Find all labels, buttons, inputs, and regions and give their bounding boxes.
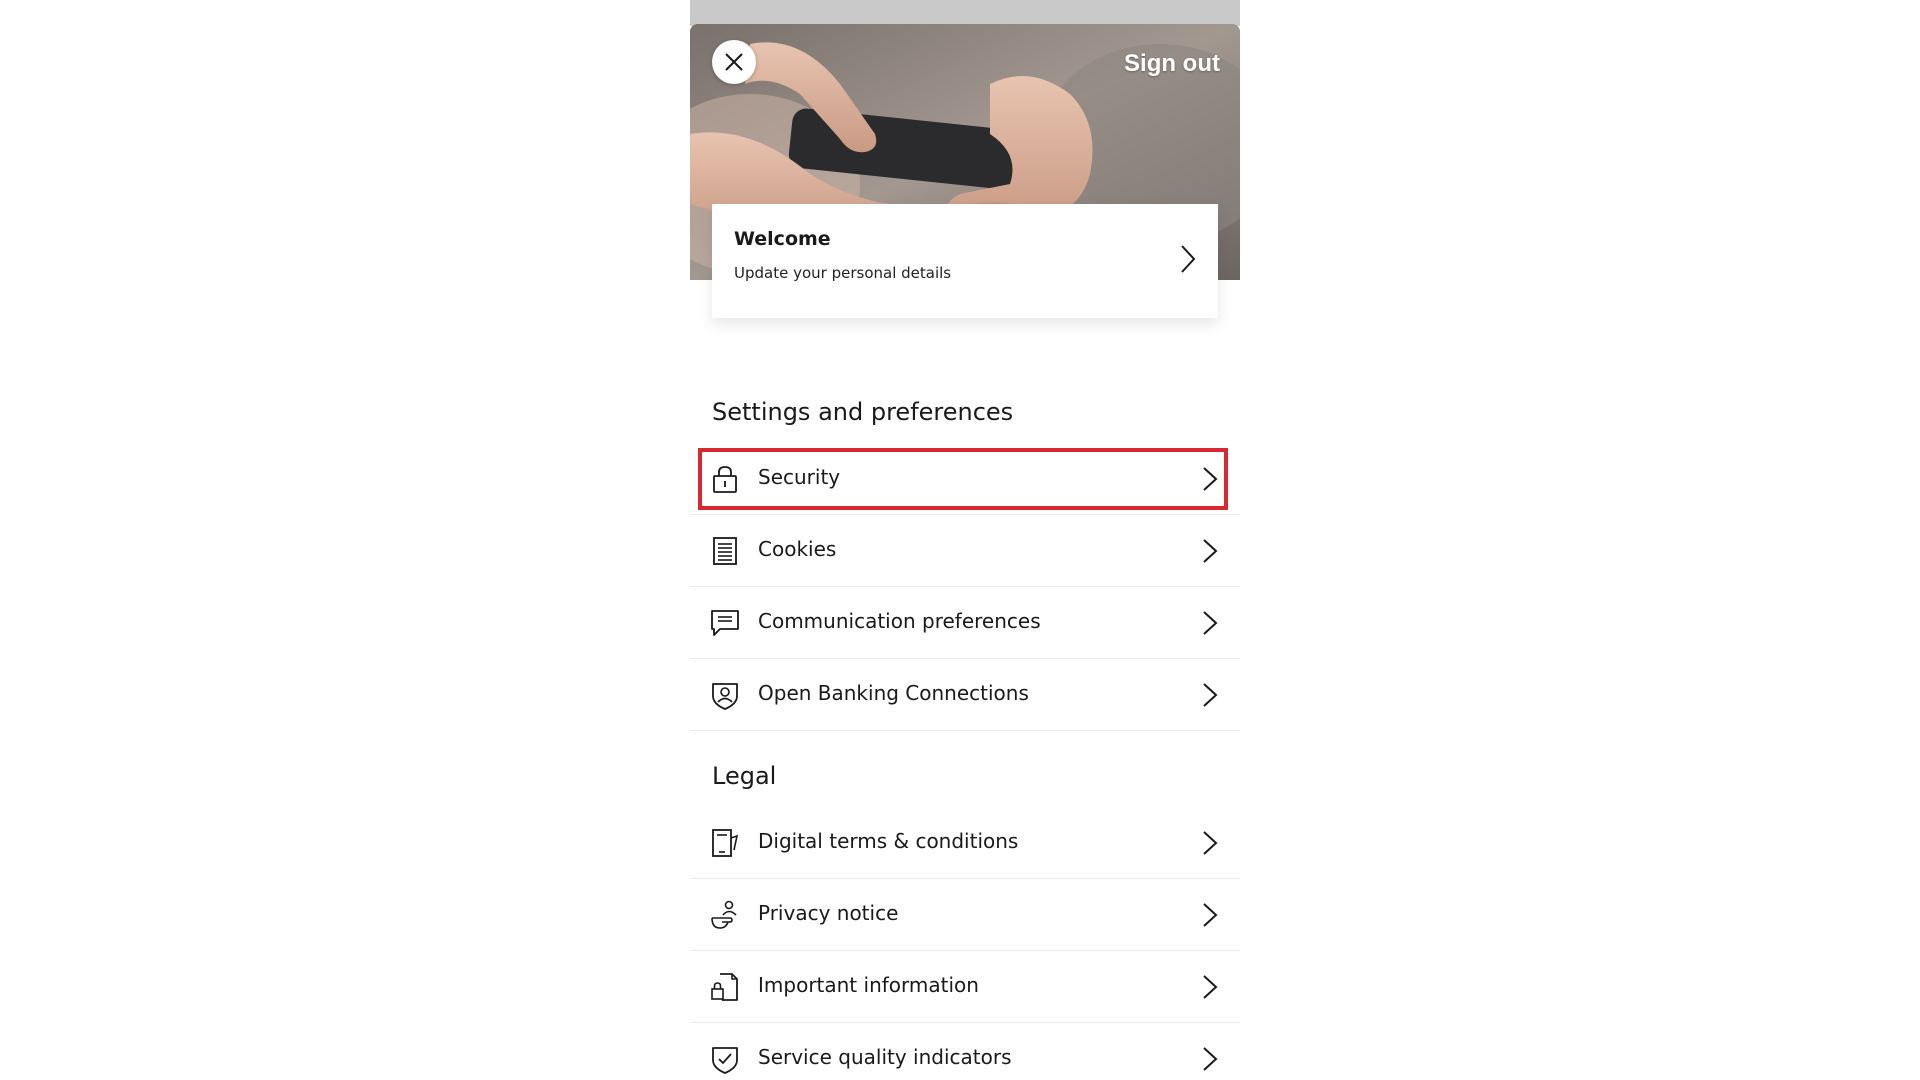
close-button[interactable]: [712, 40, 756, 84]
chevron-right-icon: [1203, 683, 1218, 707]
close-icon: [725, 53, 743, 71]
padlock-icon: [713, 466, 737, 493]
chevron-right-icon: [1203, 831, 1218, 855]
chat-bubble-icon: [711, 610, 739, 636]
section-title-legal: Legal: [712, 762, 777, 790]
chevron-right-icon: [1203, 1047, 1218, 1071]
menu-item-label: Digital terms & conditions: [758, 829, 1019, 853]
menu-item-open-banking-connections[interactable]: Open Banking Connections: [690, 658, 1240, 731]
chevron-right-icon: [1203, 903, 1218, 927]
chevron-right-icon: [1203, 539, 1218, 563]
chevron-right-icon: [1203, 975, 1218, 999]
menu-item-label: Open Banking Connections: [758, 681, 1029, 705]
document-list-icon: [713, 537, 737, 565]
chevron-right-icon: [1203, 611, 1218, 635]
chevron-right-icon: [1181, 245, 1196, 273]
section-title-settings: Settings and preferences: [712, 398, 1014, 426]
welcome-card[interactable]: Welcome Update your personal details: [712, 204, 1218, 318]
menu-item-important-information[interactable]: Important information: [690, 950, 1240, 1023]
app-screen: Sign out Welcome Update your personal de…: [690, 0, 1240, 1080]
menu-item-label: Cookies: [758, 537, 837, 561]
shield-check-icon: [712, 1047, 738, 1074]
menu-item-communication-preferences[interactable]: Communication preferences: [690, 586, 1240, 659]
shield-person-icon: [712, 683, 738, 710]
mobile-document-icon: [712, 829, 739, 857]
menu-item-digital-terms[interactable]: Digital terms & conditions: [690, 806, 1240, 879]
menu-item-service-quality-indicators[interactable]: Service quality indicators: [690, 1022, 1240, 1080]
welcome-subtitle: Update your personal details: [734, 264, 952, 282]
sign-out-link[interactable]: Sign out: [1124, 50, 1220, 78]
menu-item-security[interactable]: Security: [690, 442, 1240, 515]
menu-item-label: Security: [758, 465, 841, 489]
menu-item-label: Service quality indicators: [758, 1045, 1012, 1069]
welcome-title: Welcome: [734, 228, 831, 250]
hand-person-icon: [711, 900, 737, 929]
locked-document-icon: [711, 973, 738, 1001]
menu-item-label: Important information: [758, 973, 979, 997]
menu-item-label: Privacy notice: [758, 901, 899, 925]
menu-item-label: Communication preferences: [758, 609, 1041, 633]
menu-item-privacy-notice[interactable]: Privacy notice: [690, 878, 1240, 951]
menu-item-cookies[interactable]: Cookies: [690, 514, 1240, 587]
status-bar: [690, 0, 1240, 26]
chevron-right-icon: [1203, 467, 1218, 491]
